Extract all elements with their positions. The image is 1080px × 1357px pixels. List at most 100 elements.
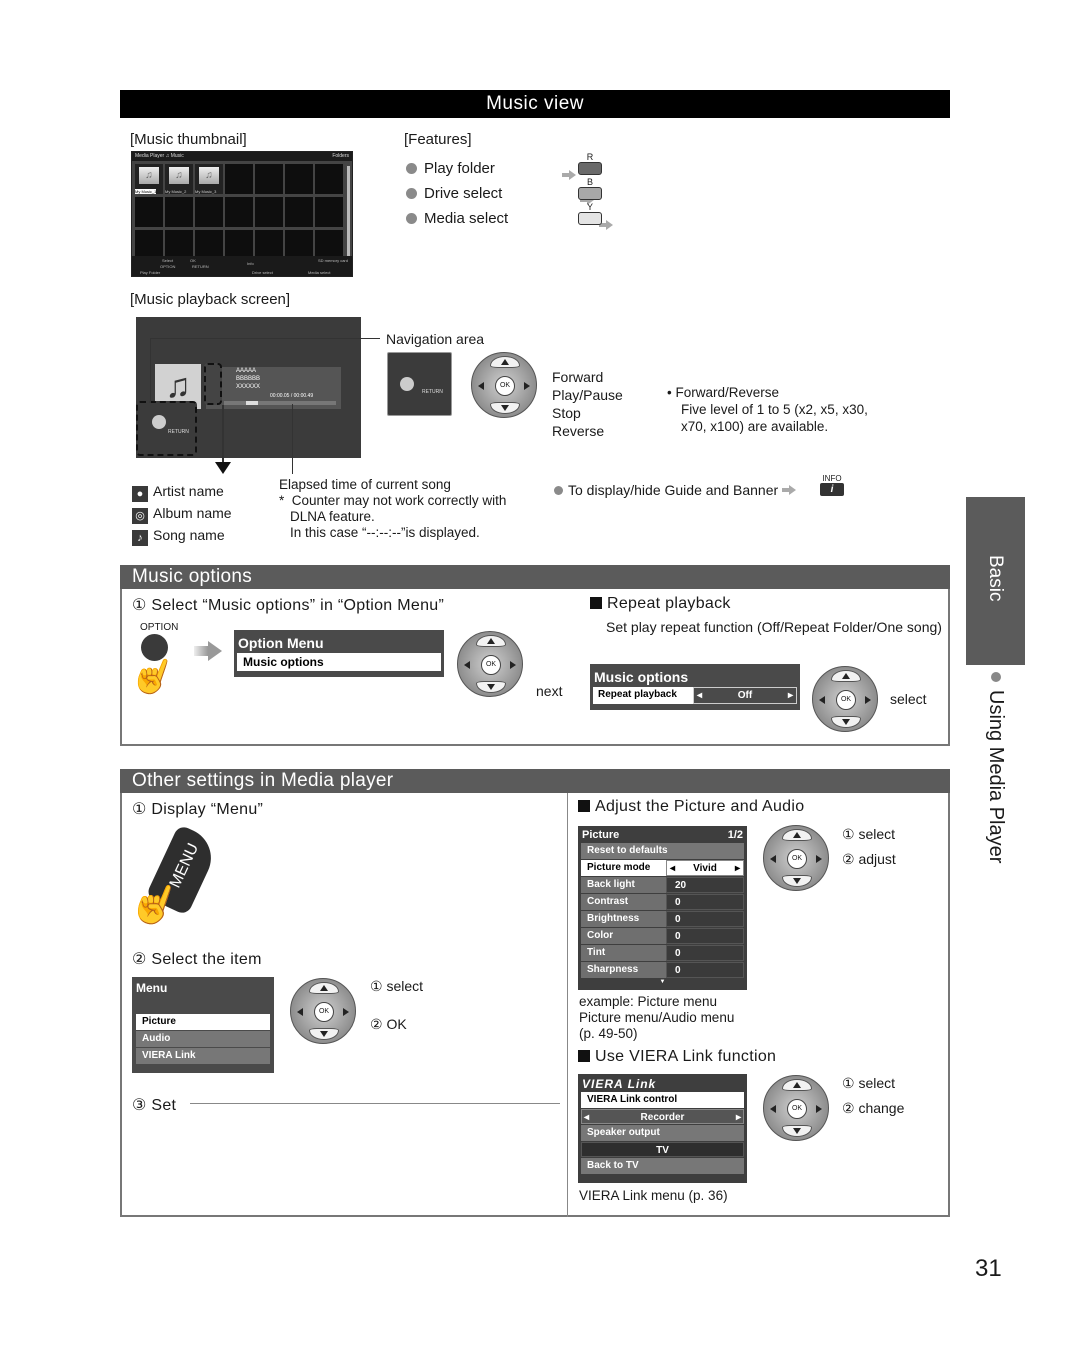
thumbnail-item[interactable]: ♫ My Music_3 — [195, 164, 223, 194]
picture-menu-caption: example: Picture menu Picture menu/Audio… — [579, 994, 735, 1041]
left-arrow-icon[interactable] — [770, 855, 776, 863]
left-arrow-icon[interactable] — [819, 696, 825, 704]
chapter-title: Using Media Player — [985, 690, 1007, 864]
red-button[interactable]: R — [578, 152, 602, 177]
left-arrow-icon[interactable] — [297, 1008, 303, 1016]
thumbnail-empty — [315, 197, 343, 227]
right-arrow-icon[interactable]: ▸ — [736, 1110, 741, 1123]
down-arrow-icon[interactable] — [501, 405, 509, 411]
up-arrow-icon[interactable] — [501, 359, 509, 365]
speaker-output[interactable]: Speaker output — [581, 1125, 744, 1141]
ok-button[interactable]: OK — [481, 655, 501, 675]
navigation-pad[interactable]: OK — [763, 825, 829, 891]
down-arrow-icon[interactable] — [793, 1128, 801, 1134]
speaker-output-value[interactable]: TV — [581, 1142, 744, 1157]
navigation-pad[interactable]: OK — [812, 666, 878, 732]
left-arrow-icon[interactable]: ◂ — [584, 1110, 589, 1123]
back-to-tv[interactable]: Back to TV — [581, 1158, 744, 1174]
right-arrow-icon[interactable] — [343, 1008, 349, 1016]
repeat-playback-row[interactable]: Repeat playback ◂ Off ▸ — [593, 687, 797, 704]
up-arrow-icon[interactable] — [842, 673, 850, 679]
other-settings-step1: ① Display “Menu” — [132, 801, 264, 818]
right-arrow-icon[interactable] — [816, 1105, 822, 1113]
up-arrow-icon[interactable] — [793, 832, 801, 838]
ok-button[interactable]: OK — [314, 1002, 334, 1022]
info-button[interactable]: INFO i — [820, 474, 844, 496]
left-arrow-icon[interactable]: ◂ — [670, 861, 675, 875]
picture-row[interactable]: Contrast 0 — [581, 894, 744, 910]
left-arrow-icon[interactable] — [464, 661, 470, 669]
left-arrow-icon[interactable]: ◂ — [697, 688, 702, 703]
control-play-pause: Play/Pause — [552, 387, 623, 403]
navigation-area-zoom: RETURN — [387, 352, 452, 416]
navigation-pad[interactable]: OK — [457, 631, 523, 697]
viera-link-caption: VIERA Link menu (p. 36) — [579, 1188, 728, 1203]
thumbnail-item[interactable]: ♫ My Music_1 — [135, 164, 163, 194]
down-arrow-icon[interactable] — [842, 719, 850, 725]
ok-button[interactable]: OK — [836, 690, 856, 710]
other-settings-step2: ② Select the item — [132, 951, 262, 968]
viera-link-control-value[interactable]: ◂ Recorder ▸ — [581, 1109, 744, 1124]
thumbnail-empty — [225, 164, 253, 194]
ok-button[interactable]: OK — [787, 1099, 807, 1119]
thumbnail-scrollbar[interactable] — [347, 166, 350, 256]
blue-button-icon — [578, 187, 602, 200]
right-arrow-icon[interactable]: ▸ — [735, 861, 740, 875]
info-panel: AAAAA BBBBBB XXXXXX 00:00.05 / 00:00.49 — [204, 363, 341, 409]
menu-item-viera-link[interactable]: VIERA Link — [136, 1048, 270, 1064]
up-arrow-icon[interactable] — [320, 985, 328, 991]
leader-line — [150, 338, 151, 403]
control-stop: Stop — [552, 405, 581, 421]
ok-button[interactable]: OK — [495, 376, 515, 396]
picture-row[interactable]: Brightness 0 — [581, 911, 744, 927]
section-tab[interactable]: Basic — [966, 497, 1025, 665]
down-arrow-icon[interactable] — [793, 878, 801, 884]
picture-row[interactable]: Tint 0 — [581, 945, 744, 961]
menu-item-picture[interactable]: Picture — [136, 1014, 270, 1030]
yellow-button[interactable]: Y — [578, 202, 602, 227]
scroll-down-icon[interactable]: ▼ — [578, 979, 747, 985]
right-arrow-icon[interactable] — [510, 661, 516, 669]
right-arrow-icon[interactable] — [524, 382, 530, 390]
progress-bar[interactable] — [224, 401, 336, 405]
music-options-header: Music options — [120, 565, 950, 589]
square-bullet-icon — [590, 597, 602, 609]
arrow-right-icon — [782, 485, 797, 495]
adjust-heading: Adjust the Picture and Audio — [578, 798, 804, 816]
repeat-playback-value: ◂ Off ▸ — [693, 687, 797, 704]
navigation-pad[interactable]: OK — [290, 978, 356, 1044]
picture-row[interactable]: Color 0 — [581, 928, 744, 944]
music-view-banner: Music view — [120, 90, 950, 118]
navigation-pad[interactable]: OK — [471, 352, 537, 418]
music-note-icon: ♫ — [199, 167, 219, 184]
picture-menu: Picture 1/2 Reset to defaults Picture mod… — [578, 826, 747, 990]
option-menu-item-music-options[interactable]: Music options — [237, 653, 441, 671]
right-arrow-icon[interactable] — [865, 696, 871, 704]
right-arrow-icon[interactable] — [816, 855, 822, 863]
navigation-pad[interactable]: OK — [763, 1075, 829, 1141]
picture-row[interactable]: Picture mode ◂ Vivid ▸ — [581, 860, 744, 876]
right-arrow-icon[interactable]: ▸ — [788, 688, 793, 703]
icon-legend: ● Artist name ◎ Album name ♪ Song name — [132, 480, 232, 546]
thumbnail-item[interactable]: ♫ My Music_2 — [165, 164, 193, 194]
picture-row[interactable]: Back light 20 — [581, 877, 744, 893]
down-arrow-icon[interactable] — [320, 1031, 328, 1037]
blue-button[interactable]: B — [578, 177, 602, 202]
bullet-icon — [406, 213, 417, 224]
up-arrow-icon[interactable] — [793, 1082, 801, 1088]
navigation-area: RETURN — [136, 401, 197, 456]
yellow-button-icon — [578, 212, 602, 225]
up-arrow-icon[interactable] — [487, 638, 495, 644]
down-arrow-icon[interactable] — [487, 684, 495, 690]
viera-link-control[interactable]: VIERA Link control — [581, 1092, 744, 1108]
section-tab-label: Basic — [985, 555, 1006, 602]
picture-row[interactable]: Sharpness 0 — [581, 962, 744, 978]
repeat-playback-heading: Repeat playback — [590, 595, 731, 613]
repeat-playback-description: Set play repeat function (Off/Repeat Fol… — [606, 619, 942, 635]
thumbnail-empty — [165, 197, 193, 227]
left-arrow-icon[interactable] — [770, 1105, 776, 1113]
ok-button[interactable]: OK — [787, 849, 807, 869]
reset-to-defaults[interactable]: Reset to defaults — [581, 843, 744, 859]
left-arrow-icon[interactable] — [478, 382, 484, 390]
menu-item-audio[interactable]: Audio — [136, 1031, 270, 1047]
